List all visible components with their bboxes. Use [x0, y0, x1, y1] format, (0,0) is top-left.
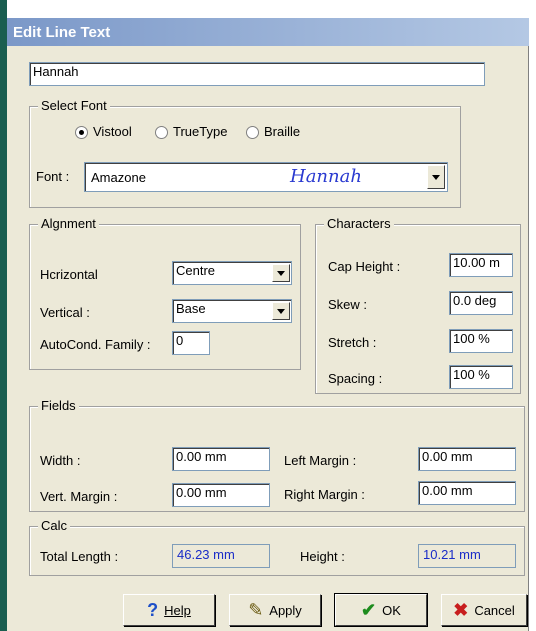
- help-button-label: Help: [164, 602, 191, 618]
- vert-margin-label: Vert. Margin :: [40, 489, 118, 504]
- font-name: Amazone: [91, 170, 146, 185]
- spacing-label: Spacing :: [328, 371, 383, 386]
- characters-group: Characters Cap Height : 10.00 m Skew : 0…: [315, 216, 521, 394]
- select-font-group: Select Font Vistool TrueType Braille Fon…: [29, 98, 461, 208]
- left-margin-value: 0.00 mm: [422, 449, 473, 464]
- line-text-value: Hannah: [33, 64, 79, 79]
- dialog-title: Edit Line Text: [13, 24, 111, 41]
- calc-legend: Calc: [38, 518, 71, 533]
- chevron-down-icon: [277, 270, 285, 276]
- apply-button-label: Apply: [269, 602, 302, 618]
- radio-vistool-label[interactable]: Vistool: [93, 124, 132, 139]
- help-icon: ?: [147, 600, 159, 620]
- total-length-label: Total Length :: [40, 549, 119, 564]
- stretch-label: Stretch :: [328, 335, 377, 350]
- total-length-value: 46.23 mm: [172, 544, 270, 568]
- cap-height-input[interactable]: 10.00 m: [449, 253, 513, 277]
- calc-group: Calc Total Length : 46.23 mm Height : 10…: [29, 518, 525, 576]
- vert-margin-value: 0.00 mm: [176, 485, 227, 500]
- skew-value: 0.0 deg: [453, 293, 497, 308]
- width-label: Width :: [40, 453, 81, 468]
- autocond-family-value: 0: [176, 333, 184, 348]
- font-dropdown[interactable]: Amazone Hannah: [84, 162, 448, 192]
- font-dropdown-button[interactable]: [427, 165, 445, 189]
- radio-truetype-label[interactable]: TrueType: [173, 124, 227, 139]
- cancel-button[interactable]: ✖ Cancel: [441, 594, 527, 626]
- left-margin-label: Left Margin :: [284, 453, 357, 468]
- left-margin-input[interactable]: 0.00 mm: [418, 447, 516, 471]
- radio-vistool[interactable]: [75, 126, 88, 139]
- right-margin-label: Right Margin :: [284, 487, 365, 502]
- vert-margin-input[interactable]: 0.00 mm: [172, 483, 270, 507]
- ok-button[interactable]: ✔ OK: [334, 593, 428, 627]
- ok-button-label: OK: [382, 602, 401, 618]
- width-input[interactable]: 0.00 mm: [172, 447, 270, 471]
- horizontal-dropdown[interactable]: Centre: [172, 261, 292, 285]
- vertical-value: Base: [176, 301, 206, 316]
- spacing-value: 100 %: [453, 367, 490, 382]
- radio-truetype[interactable]: [155, 126, 168, 139]
- right-margin-input[interactable]: 0.00 mm: [418, 481, 516, 505]
- chevron-down-icon: [277, 308, 285, 314]
- vertical-dropdown-button[interactable]: [272, 302, 290, 320]
- characters-legend: Characters: [324, 216, 394, 231]
- skew-label: Skew :: [328, 297, 368, 312]
- close-icon: ✖: [453, 600, 469, 620]
- height-value: 10.21 mm: [418, 544, 516, 568]
- autocond-family-input[interactable]: 0: [172, 331, 210, 355]
- horizontal-label: Hcrizontal: [40, 267, 98, 282]
- right-margin-value: 0.00 mm: [422, 483, 473, 498]
- horizontal-value: Centre: [176, 263, 216, 278]
- stretch-input[interactable]: 100 %: [449, 329, 513, 353]
- cancel-button-label: Cancel: [474, 602, 515, 618]
- help-button[interactable]: ? Help: [123, 594, 215, 626]
- radio-braille-label[interactable]: Braille: [264, 124, 300, 139]
- width-value: 0.00 mm: [176, 449, 227, 464]
- checkmark-icon: ✔: [361, 600, 377, 620]
- autocond-family-label: AutoCond. Family :: [40, 337, 151, 352]
- skew-input[interactable]: 0.0 deg: [449, 291, 513, 315]
- horizontal-dropdown-button[interactable]: [272, 264, 290, 282]
- line-text-input[interactable]: Hannah: [29, 62, 485, 86]
- alignment-group: Algnment Hcrizontal Centre Vertical : Ba…: [29, 216, 301, 370]
- pen-icon: ✎: [248, 600, 264, 620]
- font-preview: Hannah: [290, 166, 362, 187]
- height-label: Height :: [300, 549, 345, 564]
- fields-legend: Fields: [38, 398, 79, 413]
- apply-button[interactable]: ✎ Apply: [229, 594, 321, 626]
- cap-height-label: Cap Height :: [328, 259, 401, 274]
- window-edge: [0, 0, 7, 631]
- radio-braille[interactable]: [246, 126, 259, 139]
- top-strip: [7, 0, 536, 18]
- vertical-label: Vertical :: [40, 305, 90, 320]
- fields-group: Fields Width : 0.00 mm Left Margin : 0.0…: [29, 398, 525, 512]
- cap-height-value: 10.00 m: [453, 255, 500, 270]
- chevron-down-icon: [432, 174, 440, 180]
- spacing-input[interactable]: 100 %: [449, 365, 513, 389]
- font-label: Font :: [36, 169, 70, 184]
- edit-line-text-dialog: Edit Line Text Hannah Select Font Vistoo…: [7, 18, 529, 631]
- stretch-value: 100 %: [453, 331, 490, 346]
- vertical-dropdown[interactable]: Base: [172, 299, 292, 323]
- alignment-legend: Algnment: [38, 216, 99, 231]
- select-font-legend: Select Font: [38, 98, 110, 113]
- title-bar[interactable]: Edit Line Text: [7, 18, 529, 46]
